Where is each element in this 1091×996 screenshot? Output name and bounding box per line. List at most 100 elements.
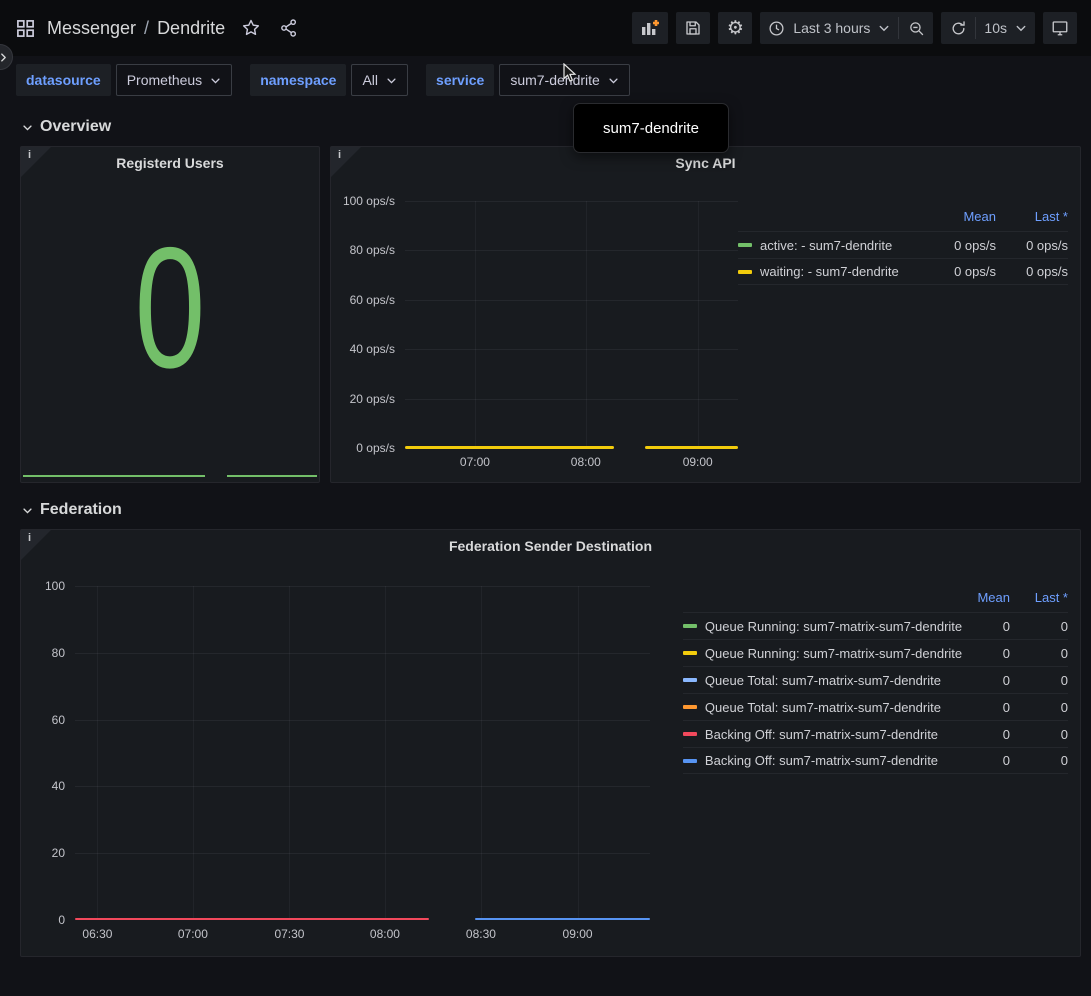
save-floppy-icon: [684, 19, 702, 37]
refresh-button[interactable]: [941, 12, 975, 44]
save-dashboard-button[interactable]: [676, 12, 710, 44]
gridline: [75, 786, 650, 787]
legend-row: Queue Running: sum7-matrix-sum7-dendrite…: [683, 639, 1068, 666]
series-color-swatch[interactable]: [683, 705, 697, 709]
x-axis-tick: 07:00: [178, 927, 208, 941]
series-line-backing-off-blue: [475, 918, 650, 920]
legend-mean-value: 0: [964, 753, 1010, 768]
zoom-out-icon: [908, 20, 925, 37]
share-icon[interactable]: [279, 18, 299, 38]
x-axis-tick: 07:30: [274, 927, 304, 941]
series-color-swatch[interactable]: [683, 759, 697, 763]
legend-series-label[interactable]: Backing Off: sum7-matrix-sum7-dendrite: [705, 727, 964, 742]
section-header-overview[interactable]: Overview: [20, 106, 1081, 146]
legend-last-value: 0: [1010, 700, 1068, 715]
legend-column-mean[interactable]: Mean: [964, 590, 1010, 605]
time-range-label: Last 3 hours: [793, 20, 870, 36]
series-color-swatch[interactable]: [738, 243, 752, 247]
gridline: [405, 250, 738, 251]
gridline: [385, 586, 386, 920]
legend-series-label[interactable]: Queue Running: sum7-matrix-sum7-dendrite: [705, 646, 964, 661]
gear-icon: ⚙: [727, 19, 744, 38]
breadcrumb-separator: /: [144, 18, 149, 39]
sparkline-segment: [23, 475, 205, 477]
legend-header: Mean Last *: [683, 588, 1068, 612]
refresh-interval-picker[interactable]: 10s: [976, 12, 1035, 44]
y-axis-tick: 0 ops/s: [356, 441, 395, 455]
series-color-swatch[interactable]: [738, 270, 752, 274]
gridline: [586, 201, 587, 448]
time-range-picker[interactable]: Last 3 hours: [760, 12, 898, 44]
x-axis-tick: 08:00: [370, 927, 400, 941]
variable-service-label: service: [426, 64, 494, 96]
x-axis-tick: 07:00: [460, 455, 490, 469]
variable-service-value: sum7-dendrite: [510, 72, 600, 88]
legend-mean-value: 0: [964, 700, 1010, 715]
legend-column-last[interactable]: Last *: [996, 209, 1068, 224]
clock-icon: [768, 20, 785, 37]
variable-namespace-dropdown[interactable]: All: [351, 64, 408, 96]
legend-series-label[interactable]: waiting: - sum7-dendrite: [760, 264, 924, 279]
series-color-swatch[interactable]: [683, 678, 697, 682]
panel-federation-sender-destination[interactable]: i Federation Sender Destination 100 80 6…: [20, 529, 1081, 957]
legend-last-value: 0 ops/s: [996, 238, 1068, 253]
gridline: [289, 586, 290, 920]
legend-row: Backing Off: sum7-matrix-sum7-dendrite 0…: [683, 720, 1068, 747]
panel-info-corner[interactable]: [21, 530, 51, 560]
legend-series-label[interactable]: Queue Total: sum7-matrix-sum7-dendrite: [705, 700, 964, 715]
breadcrumb-dashboard-title[interactable]: Messenger: [47, 18, 136, 39]
legend-row: Queue Running: sum7-matrix-sum7-dendrite…: [683, 612, 1068, 639]
variable-datasource-dropdown[interactable]: Prometheus: [116, 64, 232, 96]
gridline: [481, 586, 482, 920]
legend-column-last[interactable]: Last *: [1010, 590, 1068, 605]
dashboard-settings-button[interactable]: ⚙: [718, 12, 752, 44]
x-axis-tick: 06:30: [82, 927, 112, 941]
panel-info-corner[interactable]: [21, 147, 51, 177]
panel-registered-users[interactable]: i Registerd Users 0: [20, 146, 320, 483]
y-axis-tick: 60: [52, 713, 65, 727]
legend-series-label[interactable]: Queue Running: sum7-matrix-sum7-dendrite: [705, 619, 964, 634]
legend-column-mean[interactable]: Mean: [924, 209, 996, 224]
chevron-down-icon: [210, 75, 221, 86]
series-color-swatch[interactable]: [683, 624, 697, 628]
variable-namespace-value: All: [362, 72, 378, 88]
panel-info-corner[interactable]: [331, 147, 361, 177]
panel-sync-api[interactable]: i Sync API 100 ops/s 80 ops/s 60 ops/s 4…: [330, 146, 1081, 483]
gridline: [97, 586, 98, 920]
series-color-swatch[interactable]: [683, 651, 697, 655]
legend-series-label[interactable]: Backing Off: sum7-matrix-sum7-dendrite: [705, 753, 964, 768]
y-axis-tick: 100: [45, 579, 65, 593]
series-line-waiting: [405, 446, 614, 449]
legend-last-value: 0: [1010, 673, 1068, 688]
gridline: [75, 720, 650, 721]
legend-series-label[interactable]: active: - sum7-dendrite: [760, 238, 924, 253]
legend-series-label[interactable]: Queue Total: sum7-matrix-sum7-dendrite: [705, 673, 964, 688]
legend-last-value: 0: [1010, 646, 1068, 661]
info-icon: i: [28, 149, 31, 161]
legend-mean-value: 0 ops/s: [924, 238, 996, 253]
chevron-down-icon: [878, 22, 890, 34]
legend-row: active: - sum7-dendrite 0 ops/s 0 ops/s: [738, 231, 1068, 258]
top-navigation-bar: Messenger / Dendrite: [0, 0, 1091, 56]
add-panel-button[interactable]: [632, 12, 668, 44]
gridline: [405, 201, 738, 202]
monitor-icon: [1051, 19, 1069, 37]
favorite-star-icon[interactable]: [241, 18, 261, 38]
y-axis-tick: 0: [58, 913, 65, 927]
breadcrumb-current-page[interactable]: Dendrite: [157, 18, 225, 39]
series-color-swatch[interactable]: [683, 732, 697, 736]
dashboards-grid-icon[interactable]: [16, 19, 35, 38]
info-icon: i: [28, 532, 31, 544]
panel-title-registered-users[interactable]: Registerd Users: [21, 147, 319, 179]
breadcrumb: Messenger / Dendrite: [47, 18, 225, 39]
gridline: [405, 349, 738, 350]
cycle-view-mode-button[interactable]: [1043, 12, 1077, 44]
variable-namespace: namespace All: [250, 64, 408, 96]
sync-api-chart[interactable]: 100 ops/s 80 ops/s 60 ops/s 40 ops/s 20 …: [405, 201, 738, 448]
federation-legend: Mean Last * Queue Running: sum7-matrix-s…: [683, 588, 1068, 920]
y-axis-tick: 40: [52, 779, 65, 793]
federation-chart[interactable]: 100 80 60 40 20 0: [75, 586, 667, 920]
panel-title-federation-sender[interactable]: Federation Sender Destination: [21, 530, 1080, 562]
zoom-out-time-button[interactable]: [899, 12, 933, 44]
section-header-federation[interactable]: Federation: [20, 483, 1081, 529]
